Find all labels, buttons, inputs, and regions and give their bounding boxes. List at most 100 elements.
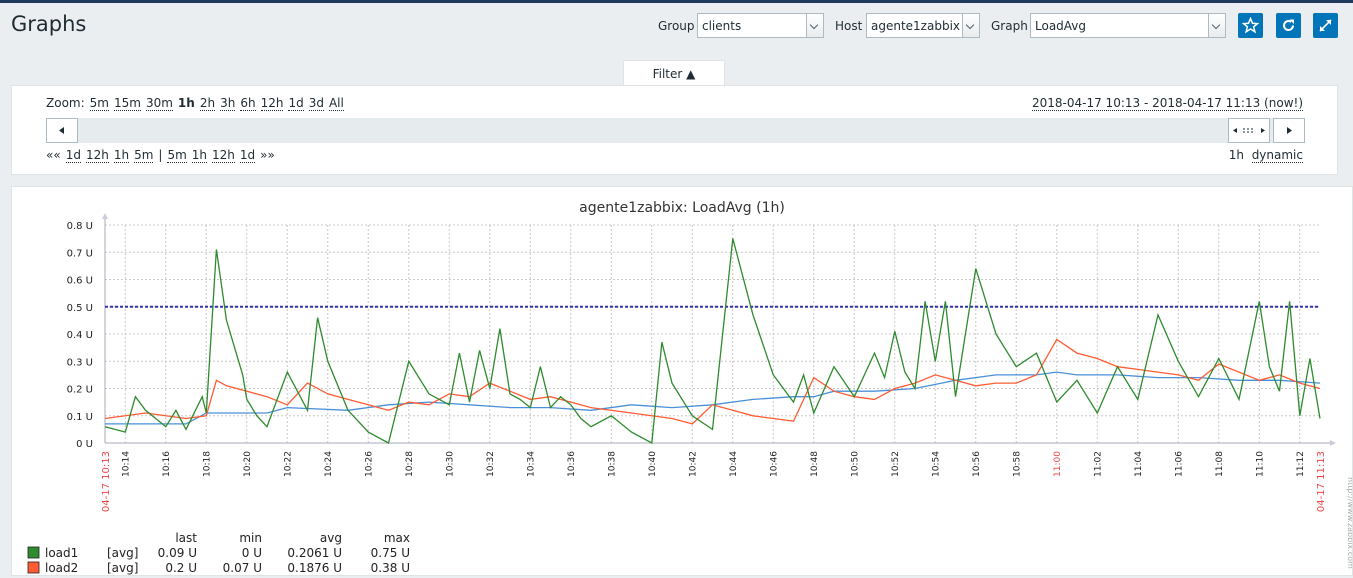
x-tick-label: 10:36 <box>567 451 577 477</box>
x-tick-label: 10:16 <box>162 451 172 477</box>
scroll-right-button[interactable] <box>1273 118 1305 143</box>
zoom-option[interactable]: 3d <box>308 96 324 111</box>
chart-title: agente1zabbix: LoadAvg (1h) <box>579 200 785 216</box>
x-tick-label: 10:46 <box>769 451 779 477</box>
x-tick-label: 10:42 <box>688 451 698 477</box>
zoom-option[interactable]: 6h <box>240 96 256 111</box>
x-tick-label: 10:48 <box>810 451 820 477</box>
x-tick-label: 10:34 <box>526 451 536 477</box>
host-select[interactable]: agente1zabbix <box>866 13 980 38</box>
chevron-down-icon <box>962 14 979 37</box>
arrow-left-icon <box>59 127 64 134</box>
host-select-value: agente1zabbix <box>871 19 961 33</box>
y-tick-label: 0.2 U <box>67 385 93 396</box>
range-from: 2018-04-17 10:13 <box>1032 96 1141 110</box>
x-axis-arrow-icon <box>1330 440 1336 446</box>
legend-value-last: 0.09 U <box>158 546 197 560</box>
zoom-option[interactable]: 1d <box>288 96 304 111</box>
filter-tab[interactable]: Filter ▲ <box>623 60 725 87</box>
x-tick-label: 11:08 <box>1215 451 1225 477</box>
fullscreen-button[interactable] <box>1313 13 1338 38</box>
zoom-row: Zoom: 5m 15m 30m 1h 2h 3h 6h 12h 1d 3d All <box>46 96 349 111</box>
x-tick-label: 10:44 <box>729 451 739 477</box>
nav-forward-option[interactable]: 1d <box>239 148 256 163</box>
time-range[interactable]: 2018-04-17 10:13 - 2018-04-17 11:13 (now… <box>1032 96 1303 111</box>
star-icon <box>1242 17 1259 34</box>
zoom-option[interactable]: 5m <box>89 96 109 111</box>
legend-value-max: 0.75 U <box>371 546 410 560</box>
zoom-option[interactable]: 15m <box>113 96 141 111</box>
zoom-option[interactable]: 30m <box>145 96 173 111</box>
legend-header: max <box>384 531 410 545</box>
x-tick-label: 11:00 <box>1053 451 1063 477</box>
graph-select[interactable]: LoadAvg <box>1030 13 1226 38</box>
zoom-option[interactable]: 2h <box>199 96 216 111</box>
refresh-icon <box>1283 19 1294 31</box>
y-tick-label: 0 U <box>76 439 93 450</box>
x-tick-label: 10:40 <box>648 451 658 477</box>
nav-back-option[interactable]: 1d <box>65 148 81 163</box>
scroll-left-button[interactable] <box>46 118 78 143</box>
x-tick-label: 10:24 <box>324 451 334 477</box>
group-select[interactable]: clients <box>697 13 824 38</box>
nav-separator: | <box>158 148 163 162</box>
y-tick-label: 0.5 U <box>67 303 93 314</box>
nav-back-option[interactable]: 1h <box>113 148 130 163</box>
x-tick-label: 10:50 <box>850 451 860 477</box>
x-tick-label: 11:04 <box>1134 451 1144 477</box>
graph-panel: agente1zabbix: LoadAvg (1h) 0 U 0.1 U 0.2 U… <box>11 186 1353 578</box>
x-tick-label: 10:32 <box>486 451 496 477</box>
x-tick-label: 11:06 <box>1174 451 1184 477</box>
x-tick-label: 10:58 <box>1012 451 1022 477</box>
graph-select-value: LoadAvg <box>1035 19 1087 33</box>
host-label: Host <box>835 19 863 33</box>
refresh-button[interactable] <box>1276 13 1301 38</box>
nav-back-option[interactable]: 12h <box>85 148 109 163</box>
scroll-handle[interactable] <box>1228 118 1270 143</box>
watermark: http://www.zabbix.com <box>1346 477 1352 569</box>
zoom-option[interactable]: 12h <box>260 96 284 111</box>
page-title: Graphs <box>11 12 87 36</box>
y-tick-label: 0.7 U <box>67 248 93 259</box>
range-to: 2018-04-17 11:13 (now!) <box>1152 96 1303 110</box>
nav-back-option[interactable]: 5m <box>134 148 154 163</box>
filter-panel: Zoom: 5m 15m 30m 1h 2h 3h 6h 12h 1d 3d All 2018-04-… <box>11 85 1338 175</box>
favourite-button[interactable] <box>1238 13 1263 38</box>
zoom-option[interactable]: All <box>328 96 344 111</box>
drag-handle-icon <box>1233 128 1265 133</box>
legend-header: min <box>239 531 262 545</box>
x-start-label: 04-17 10:13 <box>101 451 112 512</box>
x-tick-label: 10:56 <box>972 451 982 477</box>
top-bar <box>0 0 1353 3</box>
legend-value-avg: 0.2061 U <box>287 546 342 560</box>
nav-forward-option[interactable]: 1h <box>191 148 208 163</box>
range-separator: - <box>1140 96 1153 110</box>
x-tick-label: 11:12 <box>1296 451 1306 477</box>
timeline-scrollbar[interactable] <box>46 118 1305 143</box>
legend-series-name: load1 <box>45 546 78 560</box>
x-tick-label: 11:10 <box>1255 451 1265 477</box>
y-axis-arrow-icon <box>102 213 108 219</box>
x-tick-label: 10:52 <box>891 451 901 477</box>
nav-forward-label: »» <box>260 148 275 162</box>
zoom-option[interactable]: 3h <box>220 96 236 111</box>
group-select-value: clients <box>702 19 742 33</box>
arrow-right-icon <box>1287 127 1292 134</box>
x-tick-label: 10:22 <box>283 451 293 477</box>
zoom-option-selected[interactable]: 1h <box>178 96 195 110</box>
period-mode-toggle[interactable]: dynamic <box>1251 148 1303 163</box>
x-tick-label: 10:28 <box>405 451 415 477</box>
x-tick-label: 10:54 <box>931 451 941 477</box>
fullscreen-icon <box>1319 19 1332 32</box>
nav-forward-option[interactable]: 12h <box>212 148 235 163</box>
y-tick-label: 0.8 U <box>67 221 93 232</box>
x-end-label: 04-17 11:13 <box>1316 451 1327 512</box>
load-avg-chart: agente1zabbix: LoadAvg (1h) 0 U 0.1 U 0.2 U… <box>27 200 1353 578</box>
y-tick-label: 0.3 U <box>67 357 93 368</box>
x-tick-label: 10:18 <box>202 451 212 477</box>
period-info: 1h dynamic <box>1229 148 1303 163</box>
zoom-label: Zoom: <box>46 96 85 110</box>
legend-swatch <box>27 561 40 574</box>
x-tick-label: 10:20 <box>243 451 253 477</box>
nav-forward-option[interactable]: 5m <box>167 148 187 163</box>
